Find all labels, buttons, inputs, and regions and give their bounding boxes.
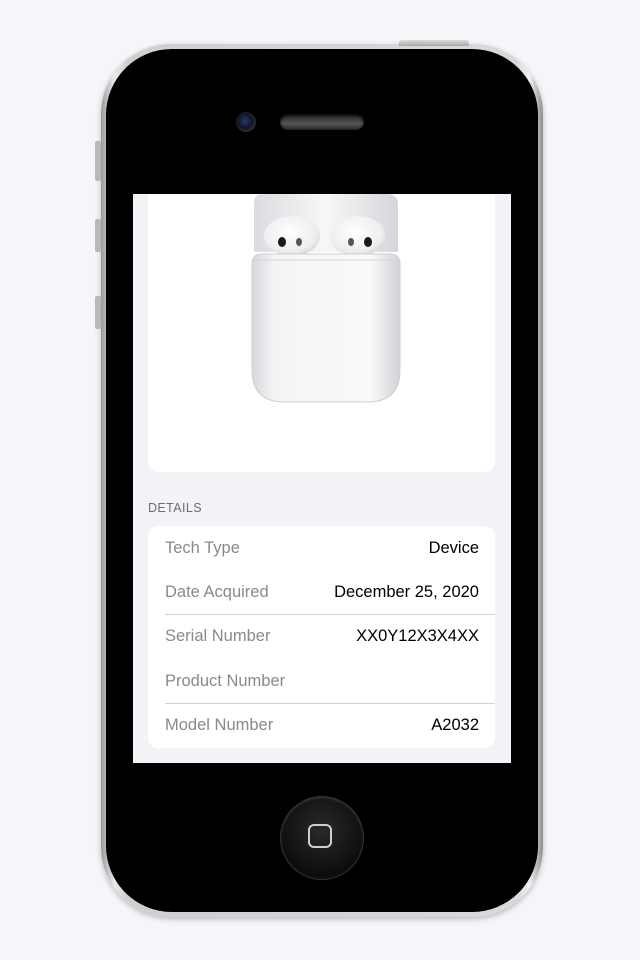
detail-value: December 25, 2020 xyxy=(334,583,479,602)
volume-down-button[interactable] xyxy=(95,296,101,329)
home-button[interactable] xyxy=(281,797,363,879)
detail-label: Date Acquired xyxy=(165,583,269,602)
detail-value: XX0Y12X3X4XX xyxy=(356,627,479,646)
details-section-header: DETAILS xyxy=(148,501,202,515)
detail-row-date-acquired[interactable]: Date Acquired December 25, 2020 xyxy=(148,570,495,616)
volume-up-button[interactable] xyxy=(95,219,101,252)
front-camera-icon xyxy=(236,112,256,132)
earpiece-speaker-icon xyxy=(280,114,364,130)
details-card: Tech Type Device Date Acquired December … xyxy=(148,526,495,748)
detail-row-model-number[interactable]: Model Number A2032 xyxy=(148,704,495,748)
airpods-case-icon xyxy=(251,194,401,403)
detail-label: Model Number xyxy=(165,716,274,735)
detail-row-serial-number[interactable]: Serial Number XX0Y12X3X4XX xyxy=(148,615,495,659)
mute-switch[interactable] xyxy=(95,141,101,181)
home-square-icon xyxy=(308,824,332,848)
app-screen: DETAILS Tech Type Device Date Acquired D… xyxy=(133,194,511,763)
detail-value: A2032 xyxy=(431,716,479,735)
detail-value: Device xyxy=(428,538,479,557)
detail-label: Product Number xyxy=(165,671,286,690)
detail-label: Serial Number xyxy=(165,627,271,646)
detail-row-tech-type[interactable]: Tech Type Device xyxy=(148,526,495,570)
power-button[interactable] xyxy=(399,40,469,46)
product-image-card xyxy=(148,194,495,472)
detail-label: Tech Type xyxy=(165,538,240,557)
detail-row-product-number[interactable]: Product Number xyxy=(148,659,495,704)
